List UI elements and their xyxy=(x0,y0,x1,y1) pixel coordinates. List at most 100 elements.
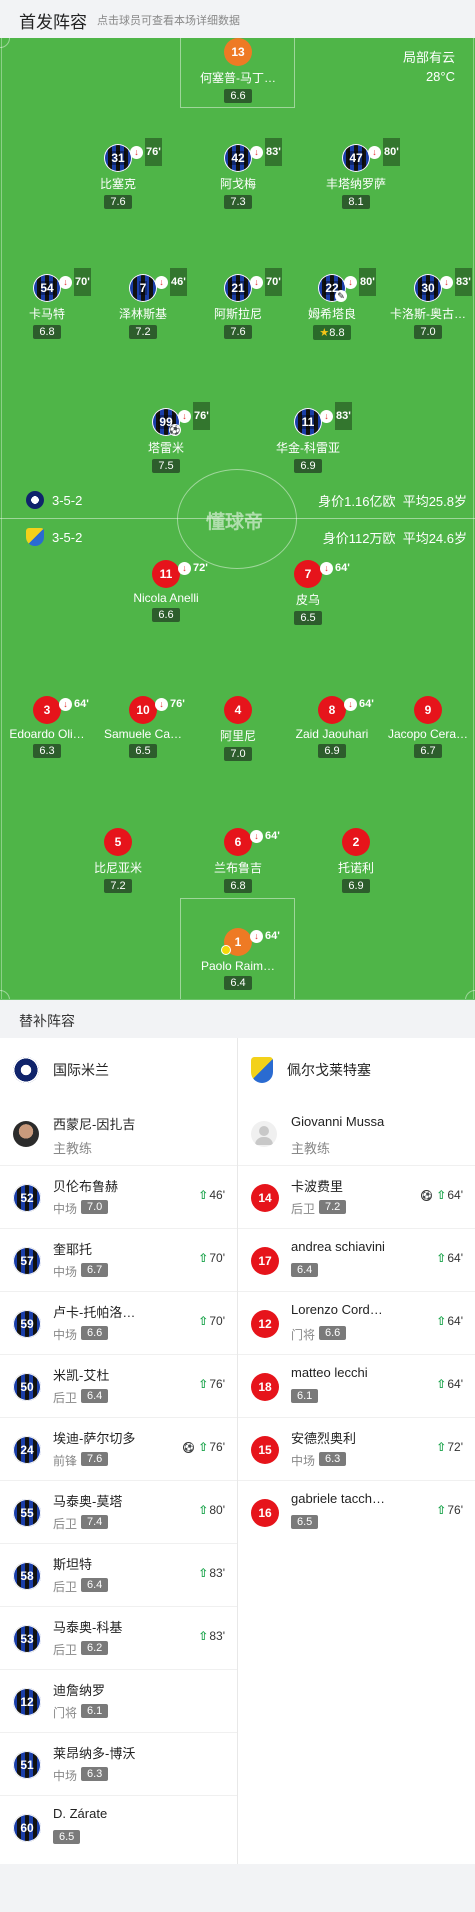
sub-player-position: 后卫 xyxy=(53,1391,78,1405)
away-team-name: 佩尔戈莱特塞 xyxy=(287,1062,371,1078)
sub-player-name: 莱昂纳多-博沃 xyxy=(53,1746,136,1761)
player-away-mf4[interactable]: 8 ↓ 64' Zaid Jaouhari 6.9 xyxy=(287,696,377,759)
assist-icon: ✎ xyxy=(335,290,347,302)
sub-player-name: 贝伦布鲁赫 xyxy=(53,1179,119,1194)
sub-in-minute: 70' xyxy=(209,1251,225,1265)
player-home-fw2[interactable]: 11 ↓ 83' 华金-科雷亚 6.9 xyxy=(263,402,353,474)
player-away-gk[interactable]: 1 ↓ 64' Paolo Raim… 6.4 xyxy=(193,928,283,991)
player-away-mf5[interactable]: 9 Jacopo Cera… 6.7 xyxy=(383,696,473,759)
sub-player-rating: 6.4 xyxy=(81,1389,109,1403)
away-coach[interactable]: Giovanni Mussa 主教练 xyxy=(238,1102,475,1165)
sub-player-row[interactable]: 57 奎耶托 中场 6.7 ⇧ 70' xyxy=(0,1228,237,1291)
player-away-cb1[interactable]: 5 比尼亚米 7.2 xyxy=(73,828,163,894)
player-home-mf2[interactable]: 7 ↓ 46' 泽林斯基 7.2 xyxy=(98,268,188,340)
sub-in-arrow-icon: ⇧ xyxy=(436,1503,447,1517)
sub-player-row[interactable]: 52 贝伦布鲁赫 中场 7.0 ⇧ 46' xyxy=(0,1165,237,1228)
sub-player-name: 迪詹纳罗 xyxy=(53,1683,106,1698)
player-name: 比塞克 xyxy=(99,177,136,191)
subs-header: 替补阵容 xyxy=(0,1000,475,1038)
pitch: 局部有云 28°C 懂球帝 3-5-2 身价1.16亿欧 平均25.8岁 3-5… xyxy=(0,38,475,1000)
sub-player-row[interactable]: 24 埃迪-萨尔切多 前锋 7.6 ⚽ ⇧ 76' xyxy=(0,1417,237,1480)
sub-player-rating: 7.6 xyxy=(81,1452,109,1466)
sub-player-row[interactable]: 50 米凯-艾杜 后卫 6.4 ⇧ 76' xyxy=(0,1354,237,1417)
sub-player-name: 马泰奥-科基 xyxy=(53,1620,123,1635)
player-home-gk[interactable]: 13 何塞普-马丁… 6.6 xyxy=(193,38,283,104)
section-title: 首发阵容 xyxy=(19,13,87,32)
sub-in-time: ⇧ 80' xyxy=(198,1503,225,1517)
sub-player-row[interactable]: 12 迪詹纳罗 门将 6.1 xyxy=(0,1669,237,1732)
player-away-fw2[interactable]: 7 ↓ 64' 皮乌 6.5 xyxy=(263,560,353,626)
sub-player-row[interactable]: 58 斯坦特 后卫 6.4 ⇧ 83' xyxy=(0,1543,237,1606)
sub-player-row[interactable]: 14 卡波费里 后卫 7.2 ⚽ ⇧ 64' xyxy=(238,1165,475,1228)
sub-in-minute: 76' xyxy=(209,1440,225,1454)
sub-player-number: 51 xyxy=(13,1751,41,1779)
player-away-cb2[interactable]: 6 ↓ 64' 兰布鲁吉 6.8 xyxy=(193,828,283,894)
sub-player-number: 50 xyxy=(13,1373,41,1401)
player-rating: 6.6 xyxy=(224,89,252,103)
sub-player-rating: 6.2 xyxy=(81,1641,109,1655)
player-name: 华金-科雷亚 xyxy=(276,441,340,455)
sub-out-icon: ↓ 64' xyxy=(320,554,350,582)
sub-player-name: 米凯-艾杜 xyxy=(53,1368,110,1383)
sub-player-row[interactable]: 18 matteo lecchi 6.1 ⇧ 64' xyxy=(238,1354,475,1417)
sub-in-arrow-icon: ⇧ xyxy=(436,1377,447,1391)
player-home-cb2[interactable]: 42 ↓ 83' 阿戈梅 7.3 xyxy=(193,138,283,210)
player-number: 13 xyxy=(224,38,252,66)
sub-player-row[interactable]: 60 D. Zárate 6.5 xyxy=(0,1795,237,1858)
sub-player-number: 60 xyxy=(13,1814,41,1842)
sub-player-position: 中场 xyxy=(53,1328,78,1342)
away-team-row[interactable]: 佩尔戈莱特塞 xyxy=(238,1038,475,1102)
player-away-fw1[interactable]: 11 ↓ 72' Nicola Anelli 6.6 xyxy=(121,560,211,623)
sub-player-rating: 6.6 xyxy=(81,1326,109,1340)
pergolettese-logo-icon xyxy=(26,528,44,546)
section-hint: 点击球员可查看本场详细数据 xyxy=(97,15,240,27)
sub-player-row[interactable]: 51 莱昂纳多-博沃 中场 6.3 xyxy=(0,1732,237,1795)
player-home-mf5[interactable]: 30 ↓ 83' 卡洛斯-奥古… 7.0 xyxy=(383,268,473,340)
weather-temp: 28°C xyxy=(425,69,455,84)
away-formation: 3-5-2 xyxy=(26,528,82,546)
player-rating: 6.6 xyxy=(152,608,180,622)
player-rating: 6.9 xyxy=(342,879,370,893)
sub-player-position: 后卫 xyxy=(291,1202,316,1216)
sub-player-position: 中场 xyxy=(53,1769,78,1783)
player-away-cb3[interactable]: 2 托诺利 6.9 xyxy=(311,828,401,894)
player-rating: 6.9 xyxy=(294,459,322,473)
player-home-mf3[interactable]: 21 ↓ 70' 阿斯拉尼 7.6 xyxy=(193,268,283,340)
player-home-mf4[interactable]: 22 ↓ 80' ✎ 姆希塔良 ★8.8 xyxy=(287,268,377,341)
player-name: 托诺利 xyxy=(337,861,374,875)
player-rating: 6.3 xyxy=(33,744,61,758)
sub-player-row[interactable]: 59 卢卡-托帕洛… 中场 6.6 ⇧ 70' xyxy=(0,1291,237,1354)
player-home-mf1[interactable]: 54 ↓ 70' 卡马特 6.8 xyxy=(2,268,92,340)
player-name: 何塞普-马丁… xyxy=(200,71,276,85)
sub-player-row[interactable]: 55 马泰奥-莫塔 后卫 7.4 ⇧ 80' xyxy=(0,1480,237,1543)
sub-in-arrow-icon: ⇧ xyxy=(198,1440,209,1454)
sub-player-row[interactable]: 17 andrea schiavini 6.4 ⇧ 64' xyxy=(238,1228,475,1291)
sub-player-row[interactable]: 12 Lorenzo Cord… 门将 6.6 ⇧ 64' xyxy=(238,1291,475,1354)
sub-player-row[interactable]: 53 马泰奥-科基 后卫 6.2 ⇧ 83' xyxy=(0,1606,237,1669)
subs-title: 替补阵容 xyxy=(19,1013,75,1029)
player-number: 21 ↓ 70' xyxy=(224,268,282,302)
player-home-cb3[interactable]: 47 ↓ 80' 丰塔纳罗萨 8.1 xyxy=(311,138,401,210)
home-formation-shape: 3-5-2 xyxy=(52,492,83,508)
player-away-mf3[interactable]: 4 阿里尼 7.0 xyxy=(193,696,283,762)
home-team-row[interactable]: 国际米兰 xyxy=(0,1038,237,1102)
sub-player-name: 卡波费里 xyxy=(291,1179,344,1194)
sub-out-icon: ↓ 70' xyxy=(250,268,282,296)
sub-player-row[interactable]: 16 gabriele tacch… 6.5 ⇧ 76' xyxy=(238,1480,475,1543)
sub-in-minute: 64' xyxy=(447,1251,463,1265)
player-home-fw1[interactable]: 99 ↓ 76' ⚽ 塔雷米 7.5 xyxy=(121,402,211,474)
player-away-mf1[interactable]: 3 ↓ 64' Edoardo Oli… 6.3 xyxy=(2,696,92,759)
sub-player-rating: 7.2 xyxy=(319,1200,347,1214)
sub-out-icon: ↓ 76' xyxy=(155,690,185,718)
player-home-cb1[interactable]: 31 ↓ 76' 比塞克 7.6 xyxy=(73,138,163,210)
sub-player-row[interactable]: 15 安德烈奥利 中场 6.3 ⇧ 72' xyxy=(238,1417,475,1480)
coach-name: 西蒙尼-因扎吉 xyxy=(53,1117,136,1132)
sub-in-time: ⇧ 46' xyxy=(198,1188,225,1202)
sub-player-position: 中场 xyxy=(291,1454,316,1468)
home-formation: 3-5-2 xyxy=(26,491,82,509)
player-away-mf2[interactable]: 10 ↓ 76' Samuele Ca… 6.5 xyxy=(98,696,188,759)
sub-in-time: ⇧ 83' xyxy=(198,1629,225,1643)
home-coach[interactable]: 西蒙尼-因扎吉 主教练 xyxy=(0,1102,237,1165)
player-rating: 6.8 xyxy=(33,325,61,339)
sub-player-number: 53 xyxy=(13,1625,41,1653)
